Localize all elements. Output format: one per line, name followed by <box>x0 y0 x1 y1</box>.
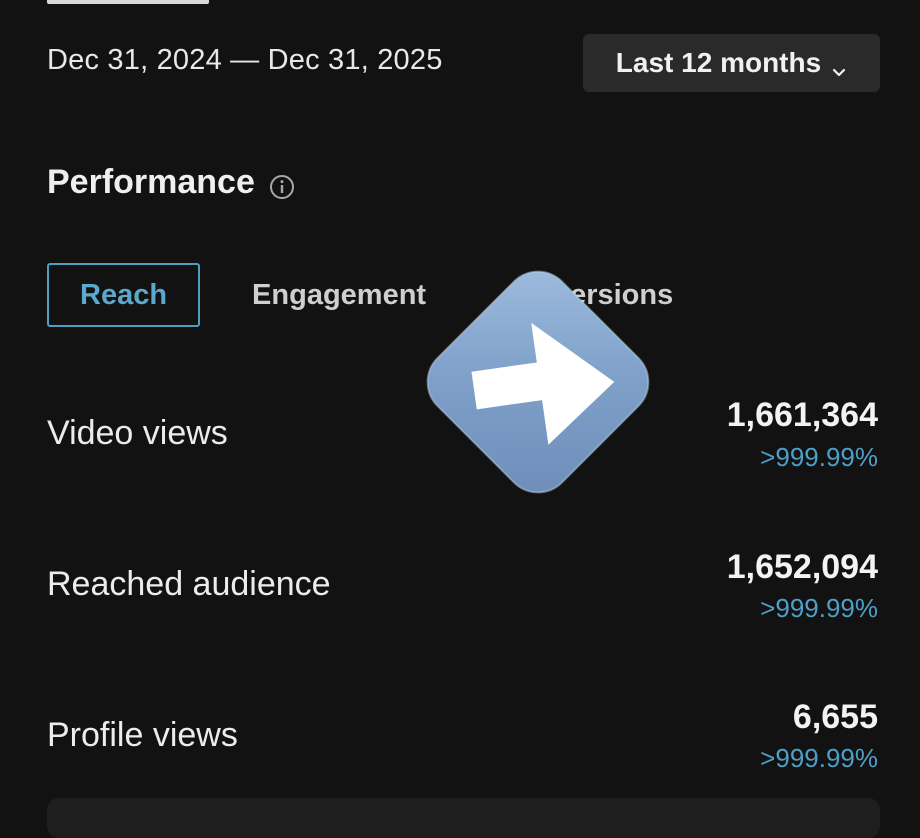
bottom-card <box>47 798 880 838</box>
date-range: Dec 31, 2024 — Dec 31, 2025 <box>47 44 443 76</box>
tab-reach[interactable]: Reach <box>47 263 201 327</box>
top-tab-indicator <box>47 0 209 4</box>
metric-reached-audience-value: 1,652,094 <box>726 548 878 586</box>
metric-video-views-label: Video views <box>47 414 228 452</box>
metric-reached-audience-change: >999.99% <box>760 593 878 623</box>
chevron-down-icon <box>831 55 847 77</box>
date-range-dropdown[interactable]: Last 12 months <box>583 34 880 92</box>
performance-title: Performance <box>47 163 295 202</box>
metric-profile-views-change: >999.99% <box>760 743 878 773</box>
metric-reached-audience-label: Reached audience <box>47 565 331 603</box>
metric-video-views-change: >999.99% <box>760 442 878 472</box>
metric-video-views-value: 1,661,364 <box>726 396 878 434</box>
performance-title-text: Performance <box>47 163 255 201</box>
tab-engagement[interactable]: Engagement <box>252 279 426 312</box>
tab-reach-label: Reach <box>80 278 168 311</box>
metric-profile-views-label: Profile views <box>47 716 238 754</box>
metric-profile-views-value: 6,655 <box>792 698 878 736</box>
info-icon[interactable] <box>269 170 295 199</box>
right-arrow-icon <box>402 250 674 515</box>
date-range-dropdown-label: Last 12 months <box>615 47 822 78</box>
